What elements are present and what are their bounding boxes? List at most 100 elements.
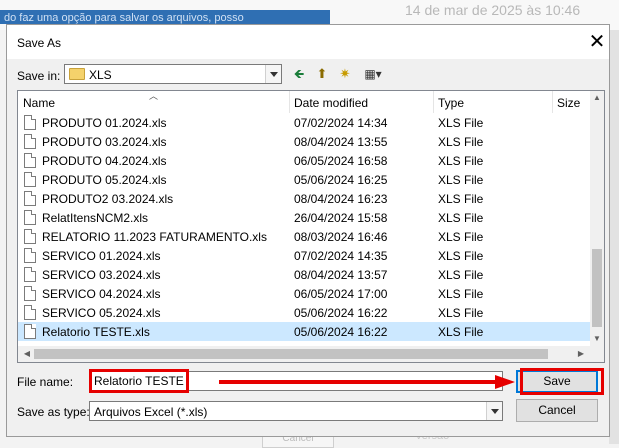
annotation-box-save — [520, 368, 604, 395]
file-icon — [24, 191, 36, 206]
file-row[interactable]: PRODUTO 05.2024.xls 05/06/2024 16:25 XLS F… — [18, 170, 590, 189]
file-name-label: File name: — [17, 375, 74, 389]
scroll-left-icon[interactable]: ◀ — [20, 346, 34, 362]
file-type: XLS File — [438, 230, 484, 244]
scroll-down-icon[interactable]: ▼ — [590, 332, 604, 346]
file-date: 07/02/2024 14:34 — [294, 116, 388, 130]
save-in-dropdown[interactable]: XLS — [64, 64, 282, 84]
file-icon — [24, 172, 36, 187]
file-icon — [24, 115, 36, 130]
file-name: PRODUTO 04.2024.xls — [42, 154, 167, 168]
file-date: 06/05/2024 16:58 — [294, 154, 388, 168]
file-icon — [24, 153, 36, 168]
file-icon — [24, 324, 36, 339]
save-in-label: Save in: — [17, 69, 61, 83]
file-date: 07/02/2024 14:35 — [294, 249, 388, 263]
file-type: XLS File — [438, 173, 484, 187]
file-row[interactable]: SERVICO 04.2024.xls 06/05/2024 17:00 XLS F… — [18, 284, 590, 303]
file-name: Relatorio TESTE.xls — [42, 325, 150, 339]
column-size[interactable]: Size — [557, 96, 580, 110]
file-type: XLS File — [438, 211, 484, 225]
dialog-title: Save As — [17, 36, 62, 50]
file-row[interactable]: SERVICO 05.2024.xls 05/06/2024 16:22 XLS F… — [18, 303, 590, 322]
file-icon — [24, 286, 36, 301]
background-banner: do faz uma opção para salvar os arquivos… — [0, 10, 330, 24]
file-type: XLS File — [438, 116, 484, 130]
file-icon — [24, 305, 36, 320]
file-row[interactable]: SERVICO 01.2024.xls 07/02/2024 14:35 XLS F… — [18, 246, 590, 265]
save-in-value: XLS — [89, 68, 112, 82]
file-row[interactable]: RelatItensNCM2.xls 26/04/2024 15:58 XLS Fi… — [18, 208, 590, 227]
file-icon — [24, 248, 36, 263]
file-date: 08/04/2024 16:23 — [294, 192, 388, 206]
file-row[interactable]: SERVICO 03.2024.xls 08/04/2024 13:57 XLS F… — [18, 265, 590, 284]
file-type: XLS File — [438, 287, 484, 301]
file-type: XLS File — [438, 192, 484, 206]
file-date: 05/06/2024 16:25 — [294, 173, 388, 187]
column-date-modified[interactable]: Date modified — [294, 96, 368, 110]
annotation-arrow — [219, 375, 515, 389]
file-date: 06/05/2024 17:00 — [294, 287, 388, 301]
scroll-right-icon[interactable]: ▶ — [574, 346, 588, 362]
file-name: PRODUTO 05.2024.xls — [42, 173, 167, 187]
horizontal-scrollbar-thumb[interactable] — [34, 349, 548, 359]
up-folder-icon[interactable]: ⬆ — [312, 65, 332, 83]
close-icon[interactable]: ✕ — [583, 28, 611, 56]
file-type: XLS File — [438, 306, 484, 320]
folder-icon — [69, 68, 85, 80]
file-name: SERVICO 01.2024.xls — [42, 249, 161, 263]
horizontal-scrollbar[interactable]: ◀ ▶ — [18, 346, 590, 362]
file-date: 05/06/2024 16:22 — [294, 325, 388, 339]
file-date: 08/03/2024 16:46 — [294, 230, 388, 244]
file-type: XLS File — [438, 325, 484, 339]
scrollbar-corner — [590, 346, 604, 362]
file-name: SERVICO 04.2024.xls — [42, 287, 161, 301]
file-icon — [24, 134, 36, 149]
file-row[interactable]: PRODUTO 03.2024.xls 08/04/2024 13:55 XLS F… — [18, 132, 590, 151]
file-date: 08/04/2024 13:57 — [294, 268, 388, 282]
file-type: XLS File — [438, 249, 484, 263]
save-as-type-dropdown[interactable]: Arquivos Excel (*.xls) — [89, 401, 503, 421]
file-list: Name ︿ Date modified Type Size PRODUTO 0… — [17, 90, 605, 363]
cancel-button[interactable]: Cancel — [516, 399, 598, 422]
back-icon[interactable]: 🡸 — [289, 65, 309, 83]
file-type: XLS File — [438, 135, 484, 149]
file-row[interactable]: RELATORIO 11.2023 FATURAMENTO.xls 08/03/2… — [18, 227, 590, 246]
file-date: 08/04/2024 13:55 — [294, 135, 388, 149]
background-scroll-area — [609, 30, 619, 444]
list-header: Name ︿ Date modified Type Size — [18, 91, 590, 113]
title-bar: Save As ✕ — [7, 25, 609, 59]
column-type[interactable]: Type — [438, 96, 464, 110]
view-menu-icon[interactable]: ▦▾ — [358, 65, 388, 83]
file-icon — [24, 267, 36, 282]
annotation-box-file-name — [89, 369, 189, 393]
file-name: RelatItensNCM2.xls — [42, 211, 149, 225]
file-name: SERVICO 05.2024.xls — [42, 306, 161, 320]
file-icon — [24, 210, 36, 225]
file-date: 26/04/2024 15:58 — [294, 211, 388, 225]
column-name[interactable]: Name — [23, 96, 55, 110]
vertical-scrollbar[interactable]: ▲ ▼ — [590, 91, 604, 346]
file-row[interactable]: PRODUTO 04.2024.xls 06/05/2024 16:58 XLS F… — [18, 151, 590, 170]
file-name: PRODUTO2 03.2024.xls — [42, 192, 174, 206]
file-name: PRODUTO 01.2024.xls — [42, 116, 167, 130]
save-as-type-value: Arquivos Excel (*.xls) — [94, 405, 208, 419]
file-date: 05/06/2024 16:22 — [294, 306, 388, 320]
background-banner-text: do faz uma opção para salvar os arquivos… — [4, 12, 244, 24]
file-type: XLS File — [438, 268, 484, 282]
file-row[interactable]: PRODUTO 01.2024.xls 07/02/2024 14:34 XLS F… — [18, 113, 590, 132]
save-as-type-label: Save as type: — [17, 405, 90, 419]
new-folder-icon[interactable]: ✷ — [335, 65, 355, 83]
save-as-dialog: Save As ✕ Save in: XLS 🡸 ⬆ ✷ ▦▾ Name ︿ D… — [6, 24, 610, 437]
scroll-up-icon[interactable]: ▲ — [590, 91, 604, 105]
scrollbar-thumb[interactable] — [592, 249, 602, 327]
chevron-down-icon[interactable] — [265, 65, 281, 83]
file-name: RELATORIO 11.2023 FATURAMENTO.xls — [42, 230, 267, 244]
sort-up-icon: ︿ — [149, 91, 159, 101]
file-icon — [24, 229, 36, 244]
file-name: PRODUTO 03.2024.xls — [42, 135, 167, 149]
background-date: 14 de mar de 2025 às 10:46 — [405, 2, 581, 18]
file-row[interactable]: PRODUTO2 03.2024.xls 08/04/2024 16:23 XLS … — [18, 189, 590, 208]
file-row[interactable]: Relatorio TESTE.xls 05/06/2024 16:22 XLS F… — [18, 322, 590, 341]
chevron-down-icon[interactable] — [486, 402, 502, 420]
